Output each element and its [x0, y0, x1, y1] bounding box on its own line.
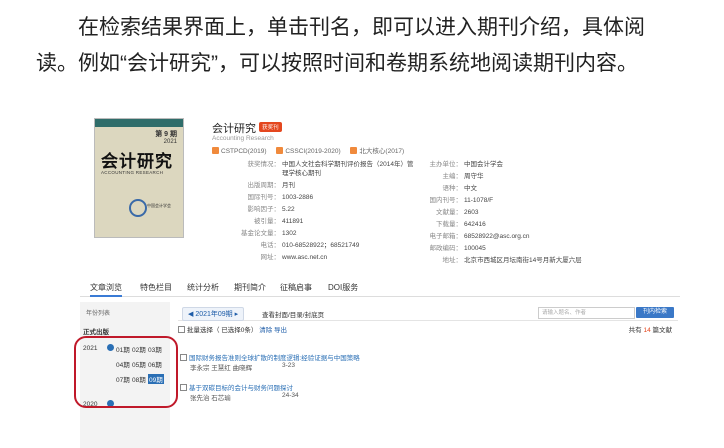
export-link[interactable]: 导出 — [274, 327, 287, 334]
article-pages: 24-34 — [282, 392, 299, 399]
info-row: 下载量： 642416 — [436, 221, 486, 228]
info-row: 网址： www.asc.net.cn — [260, 254, 328, 261]
cover-issue: 第 9 期 — [155, 131, 177, 138]
highlight-circle — [74, 336, 178, 408]
journal-info-left: 获奖情况： 中国人文社会科学期刊评价报告（2014年）管理学核心期刊 出版周期：月… — [218, 160, 418, 265]
index-icon — [350, 147, 358, 154]
sidebar-selected-label: 正式出版 — [83, 329, 109, 336]
article-authors: 张先治 石芯瑜 — [190, 395, 231, 402]
info-row: 邮政编码： 100045 — [429, 245, 486, 252]
select-all-checkbox[interactable] — [178, 326, 185, 333]
article-item: 基于双碳目标的会计与财务问题探讨 张先治 石芯瑜 24-34 — [180, 382, 660, 402]
info-row: 获奖情况： 中国人文社会科学期刊评价报告（2014年）管理学核心期刊 — [247, 161, 414, 177]
result-count: 共有 14 篇文献 — [628, 327, 672, 334]
intro-text: 在检索结果界面上，单击刊名，即可以进入期刊介绍，具体阅 读。例如“会计研究”，可… — [36, 10, 696, 82]
info-row: 主编： 周守华 — [442, 173, 484, 180]
info-row: 语种： 中文 — [442, 185, 478, 192]
article-checkbox[interactable] — [180, 384, 187, 391]
award-badge: 获奖刊 — [259, 122, 282, 132]
index-item: CSSCI(2019-2020) — [276, 147, 341, 155]
cover-band — [95, 119, 183, 127]
info-row: 国内刊号： 11-1078/F — [429, 197, 494, 204]
article-title[interactable]: 国际财务报告准则全球扩散的制度逻辑:经验证据与中国策略 — [189, 355, 360, 362]
index-item: CSTPCD(2019) — [212, 147, 267, 155]
cover-toc-link[interactable]: 查看封面/目录/封底页 — [262, 309, 324, 319]
tab-featured-columns[interactable]: 特色栏目 — [140, 282, 172, 293]
index-icon — [212, 147, 219, 154]
info-row: 电话： 010-68528922；68521749 — [260, 242, 360, 249]
tab-journal-intro[interactable]: 期刊简介 — [234, 282, 266, 293]
batch-select-label: 批量选择（ 已选择0条） — [187, 327, 258, 334]
sidebar-header: 年份列表 — [86, 311, 111, 317]
article-authors: 李永宗 王慧红 曲晓辉 — [190, 365, 253, 372]
info-row: 影响因子： 5.22 — [247, 206, 295, 213]
article-checkbox[interactable] — [180, 354, 187, 361]
clear-link[interactable]: 清除 — [259, 327, 272, 334]
cover-publisher: 中国会计学会 — [147, 203, 171, 208]
article-title[interactable]: 基于双碳目标的会计与财务问题探讨 — [189, 385, 293, 392]
info-row: 国际刊号： 1003-2886 — [247, 194, 314, 201]
index-list: CSTPCD(2019) CSSCI(2019-2020) 北大核心(2017) — [212, 145, 412, 155]
cnki-journal-screenshot: 第 9 期 2021 会计研究 ACCOUNTING RESEARCH 中国会计… — [74, 108, 680, 448]
info-row: 电子邮箱： 68528922@asc.org.cn — [429, 233, 530, 240]
tab-doi-service[interactable]: DOI服务 — [328, 282, 358, 293]
index-icon — [276, 147, 284, 154]
info-row: 文献量： 2603 — [436, 209, 479, 216]
in-journal-search-input[interactable]: 请输入题名、作者 — [538, 307, 635, 319]
intro-line-2: 读。例如“会计研究”，可以按照时间和卷期系统地阅读期刊内容。 — [36, 52, 638, 75]
cover-subtitle: ACCOUNTING RESEARCH — [101, 170, 164, 175]
issue-toolbar: ◀ 2021年09期 ▸ 查看封面/目录/封底页 请输入题名、作者 刊内检索 — [178, 304, 678, 321]
info-row: 主办单位： 中国会计学会 — [429, 161, 504, 168]
cover-title: 会计研究 — [101, 152, 173, 172]
in-journal-search-button[interactable]: 刊内检索 — [636, 307, 674, 318]
journal-title: 会计研究 获奖刊 — [212, 120, 282, 136]
tab-statistics[interactable]: 统计分析 — [187, 282, 219, 293]
tab-call-for-papers[interactable]: 征稿启事 — [280, 282, 312, 293]
journal-subtitle: Accounting Research — [212, 135, 274, 142]
journal-tabs: 文章浏览 特色栏目 统计分析 期刊简介 征稿启事 DOI服务 — [80, 280, 680, 297]
index-item: 北大核心(2017) — [350, 147, 404, 155]
intro-line-1: 在检索结果界面上，单击刊名，即可以进入期刊介绍，具体阅 — [78, 16, 645, 39]
info-row: 出版周期： 月刊 — [247, 182, 296, 189]
article-item: 国际财务报告准则全球扩散的制度逻辑:经验证据与中国策略 李永宗 王慧红 曲晓辉 … — [180, 352, 660, 372]
journal-info-right: 主办单位： 中国会计学会 主编： 周守华 语种： 中文 国内刊号： 11-1078/F … — [416, 160, 586, 268]
journal-title-text: 会计研究 — [212, 123, 256, 135]
info-row: 基金论文量： 1302 — [241, 230, 297, 237]
emblem-icon — [129, 199, 147, 217]
tab-article-browse[interactable]: 文章浏览 — [90, 282, 122, 297]
info-row: 地址： 北京市西城区月坛南街14号月新大厦六层 — [442, 257, 582, 264]
cover-year: 2021 — [163, 139, 177, 145]
article-pages: 3-23 — [282, 362, 296, 369]
info-row: 被引量： 411891 — [254, 218, 304, 225]
journal-cover[interactable]: 第 9 期 2021 会计研究 ACCOUNTING RESEARCH 中国会计… — [94, 118, 184, 238]
current-issue-selector[interactable]: ◀ 2021年09期 ▸ — [182, 307, 245, 321]
batch-bar: 批量选择（ 已选择0条） 清除 导出 共有 14 篇文献 — [178, 324, 678, 336]
